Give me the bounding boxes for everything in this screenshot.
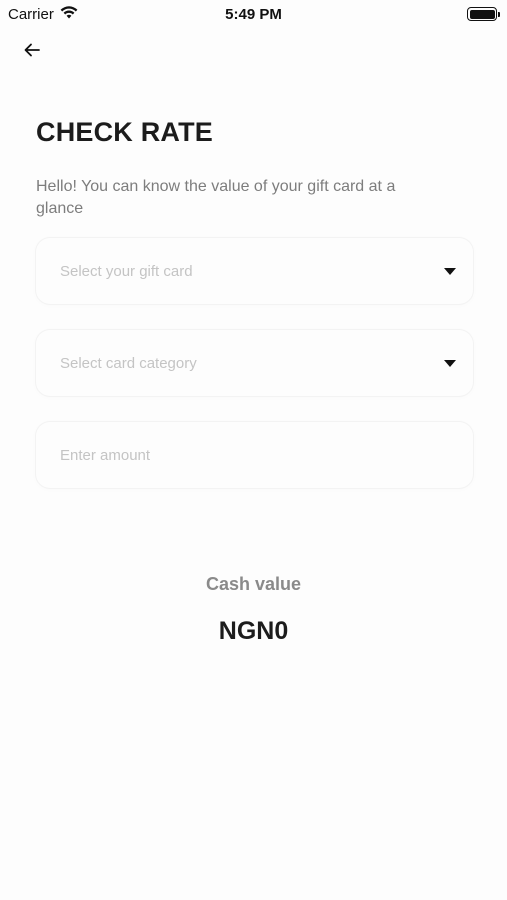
caret-down-icon — [444, 267, 456, 275]
arrow-left-icon — [24, 43, 40, 62]
wifi-icon — [60, 5, 78, 23]
check-rate-screen: Carrier 5:49 PM CHECK RATE Hello! You ca… — [0, 0, 507, 900]
gift-card-placeholder: Select your gift card — [60, 262, 193, 280]
amount-field-container — [36, 422, 473, 488]
battery-icon — [467, 7, 500, 21]
page-title: CHECK RATE — [36, 117, 213, 147]
amount-input[interactable] — [60, 446, 456, 464]
gift-card-select[interactable]: Select your gift card — [36, 238, 473, 304]
carrier-label: Carrier — [8, 5, 54, 23]
caret-down-icon — [444, 359, 456, 367]
back-button[interactable] — [18, 38, 46, 66]
cash-value-amount: NGN0 — [218, 617, 289, 645]
status-left: Carrier — [8, 6, 78, 23]
card-category-select[interactable]: Select card category — [36, 330, 473, 396]
status-bar: Carrier 5:49 PM — [0, 0, 507, 28]
page-subtitle: Hello! You can know the value of your gi… — [36, 178, 396, 217]
battery-level — [469, 9, 495, 19]
cash-value-label: Cash value — [205, 574, 302, 594]
card-category-placeholder: Select card category — [60, 354, 197, 372]
